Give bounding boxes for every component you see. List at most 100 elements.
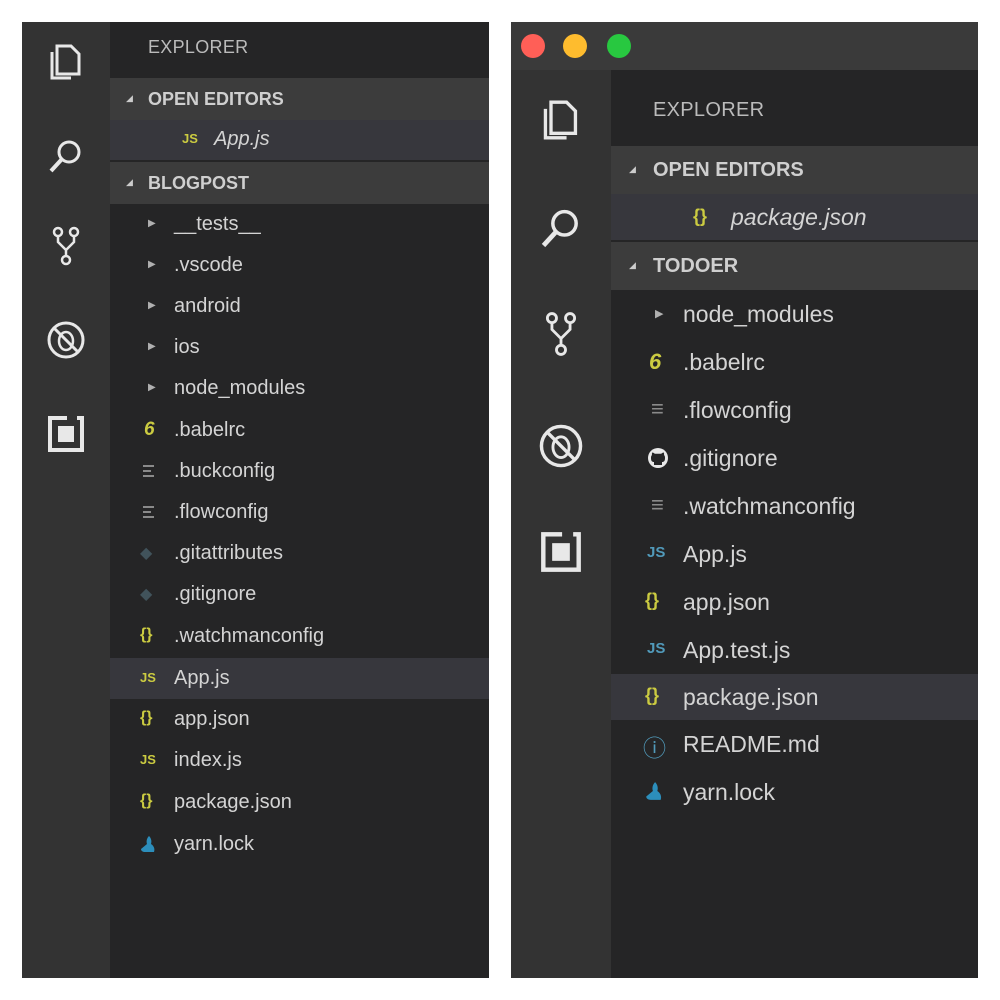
json-icon: {} (140, 709, 153, 726)
tree-item-file[interactable]: JS App.js (110, 658, 489, 699)
search-icon[interactable] (537, 204, 585, 252)
file-name: node_modules (683, 301, 834, 327)
tree-item-file[interactable]: JS App.test.js (611, 626, 978, 674)
tree-item-file[interactable]: {} package.json (110, 782, 489, 823)
chevron-down-icon: ◢ (629, 260, 636, 270)
yarn-icon (140, 835, 156, 858)
git-icon: ◆ (140, 545, 153, 562)
tree-item-file[interactable]: 6 .babelrc (110, 410, 489, 451)
js-icon: JS (182, 131, 198, 146)
tree-item-folder[interactable]: ▶ android (110, 286, 489, 327)
extensions-icon[interactable] (44, 412, 88, 456)
js-icon: JS (140, 752, 156, 767)
tree-item-file[interactable]: .flowconfig (110, 492, 489, 533)
project-header[interactable]: ◢ BLOGPOST (110, 162, 489, 204)
babel-icon: 6 (144, 419, 155, 440)
section-label: OPEN EDITORS (148, 89, 284, 109)
search-icon[interactable] (44, 134, 88, 178)
tree-item-file[interactable]: .buckconfig (110, 451, 489, 492)
project-header[interactable]: ◢ TODOER (611, 242, 978, 290)
chevron-down-icon: ◢ (126, 177, 133, 187)
section-label: OPEN EDITORS (653, 159, 804, 181)
open-editor-item[interactable]: JS App.js (110, 120, 489, 160)
close-window-button[interactable] (521, 34, 545, 58)
open-editors-header[interactable]: ◢ OPEN EDITORS (110, 78, 489, 120)
file-name: App.js (214, 128, 270, 150)
file-name: .gitattributes (174, 542, 283, 564)
files-icon[interactable] (44, 40, 88, 84)
open-editor-item[interactable]: {} package.json (611, 194, 978, 240)
chevron-down-icon: ◢ (629, 164, 636, 174)
tree-item-folder[interactable]: ▶ .vscode (110, 245, 489, 286)
file-name: .babelrc (174, 419, 246, 441)
file-name: .flowconfig (683, 397, 792, 423)
file-name: package.json (683, 684, 819, 710)
file-name: android (174, 295, 241, 317)
explorer-sidebar: EXPLORER ◢ OPEN EDITORS JS App.js ◢ BLOG… (110, 22, 489, 978)
file-name: App.js (683, 541, 747, 567)
debug-icon[interactable] (537, 422, 585, 470)
file-name: App.test.js (683, 637, 791, 663)
chevron-right-icon: ▶ (148, 259, 156, 270)
tree-item-file[interactable]: {} .watchmanconfig (110, 616, 489, 657)
github-icon (647, 447, 669, 474)
file-name: yarn.lock (683, 779, 776, 805)
debug-icon[interactable] (44, 318, 88, 362)
js-icon: JS (647, 640, 666, 657)
extensions-icon[interactable] (537, 528, 585, 576)
tree-item-file[interactable]: {} app.json (611, 578, 978, 626)
config-file-icon (142, 463, 156, 484)
explorer-title: EXPLORER (148, 37, 249, 57)
json-icon: {} (140, 626, 153, 643)
tree-item-file[interactable]: JS index.js (110, 740, 489, 781)
config-file-icon: ≡ (651, 396, 664, 421)
section-label: TODOER (653, 255, 739, 277)
tree-item-file[interactable]: yarn.lock (611, 768, 978, 816)
chevron-right-icon: ▶ (148, 218, 156, 229)
maximize-window-button[interactable] (607, 34, 631, 58)
source-control-icon[interactable] (44, 222, 88, 270)
tree-item-folder[interactable]: ▶ __tests__ (110, 204, 489, 245)
config-file-icon (142, 504, 156, 525)
source-control-icon[interactable] (537, 306, 585, 362)
chevron-right-icon: ▶ (148, 300, 156, 311)
tree-item-file[interactable]: {} app.json (110, 699, 489, 740)
activity-bar (511, 70, 611, 978)
open-editors-header[interactable]: ◢ OPEN EDITORS (611, 146, 978, 194)
yarn-icon (645, 781, 663, 806)
tree-item-folder[interactable]: ▶ node_modules (611, 290, 978, 338)
file-name: .watchmanconfig (174, 625, 325, 647)
tree-item-file[interactable]: yarn.lock (110, 824, 489, 865)
right-screenshot: EXPLORER ◢ OPEN EDITORS {} package.json … (511, 22, 978, 978)
tree-item-file[interactable]: ≡ .flowconfig (611, 386, 978, 434)
file-name: yarn.lock (174, 833, 255, 855)
tree-item-file[interactable]: JS App.js (611, 530, 978, 578)
file-name: node_modules (174, 377, 306, 399)
minimize-window-button[interactable] (563, 34, 587, 58)
chevron-right-icon: ▶ (148, 341, 156, 352)
files-icon[interactable] (537, 96, 585, 144)
tree-item-file[interactable]: ⓘ README.md (611, 720, 978, 768)
tree-item-file[interactable]: .gitignore (611, 434, 978, 482)
activity-bar (22, 22, 110, 978)
explorer-title: EXPLORER (653, 99, 765, 121)
file-name: .gitignore (683, 445, 778, 471)
tree-item-folder[interactable]: ▶ ios (110, 327, 489, 368)
file-name: ios (174, 336, 200, 358)
file-name: app.json (174, 708, 250, 730)
tree-item-folder[interactable]: ▶ node_modules (110, 368, 489, 409)
file-name: README.md (683, 731, 820, 757)
tree-item-file[interactable]: {} package.json (611, 674, 978, 720)
js-icon: JS (140, 670, 156, 685)
explorer-sidebar: EXPLORER ◢ OPEN EDITORS {} package.json … (611, 70, 978, 978)
tree-item-file[interactable]: 6 .babelrc (611, 338, 978, 386)
file-name: .gitignore (174, 583, 257, 605)
file-name: .buckconfig (174, 460, 276, 482)
file-name: package.json (174, 791, 292, 813)
git-icon: ◆ (140, 586, 153, 603)
tree-item-file[interactable]: ◆ .gitattributes (110, 533, 489, 574)
tree-item-file[interactable]: ◆ .gitignore (110, 574, 489, 615)
babel-icon: 6 (649, 349, 662, 374)
js-icon: JS (647, 544, 666, 561)
tree-item-file[interactable]: ≡ .watchmanconfig (611, 482, 978, 530)
